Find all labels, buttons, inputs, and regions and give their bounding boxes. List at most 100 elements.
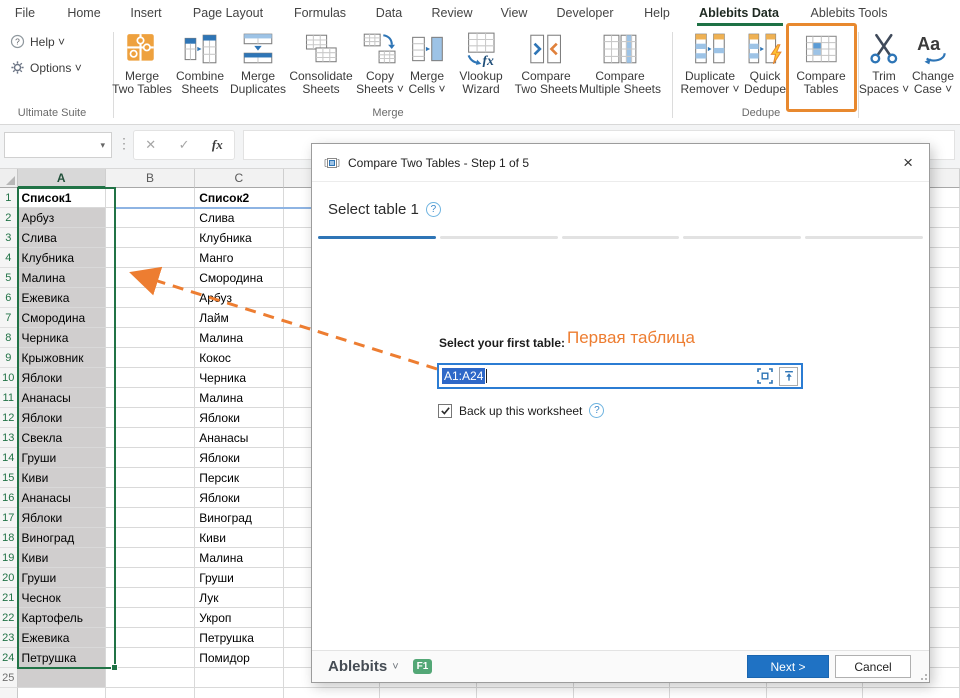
ablebits-menu[interactable]: Ablebits ˅: [328, 658, 399, 675]
row-header[interactable]: 20: [0, 568, 18, 588]
cell[interactable]: [106, 428, 195, 448]
compare-multiple-sheets-button[interactable]: Compare Multiple Sheets: [579, 30, 661, 97]
tab-help[interactable]: Help: [644, 6, 670, 20]
cell[interactable]: Ананасы: [195, 428, 283, 448]
cell[interactable]: [106, 348, 195, 368]
row-header[interactable]: 1: [0, 188, 18, 208]
cell[interactable]: [106, 508, 195, 528]
cell[interactable]: [106, 628, 195, 648]
cell[interactable]: [106, 408, 195, 428]
cell[interactable]: Яблоки: [18, 368, 106, 388]
row-header[interactable]: 8: [0, 328, 18, 348]
cell[interactable]: [106, 368, 195, 388]
collapse-dialog-icon[interactable]: [779, 367, 798, 386]
cell[interactable]: Черника: [195, 368, 283, 388]
cell[interactable]: Манго: [195, 248, 283, 268]
cell[interactable]: [195, 688, 283, 698]
tab-developer[interactable]: Developer: [557, 6, 614, 20]
cell[interactable]: Свекла: [18, 428, 106, 448]
row-header[interactable]: 13: [0, 428, 18, 448]
cell[interactable]: Яблоки: [195, 448, 283, 468]
row-header[interactable]: 7: [0, 308, 18, 328]
row-header[interactable]: 6: [0, 288, 18, 308]
cell[interactable]: [106, 548, 195, 568]
cell[interactable]: Лук: [195, 588, 283, 608]
cell[interactable]: Арбуз: [18, 208, 106, 228]
row-header[interactable]: 24: [0, 648, 18, 668]
select-range-icon[interactable]: [755, 367, 774, 386]
name-box-dropdown-icon[interactable]: ▾: [100, 140, 105, 151]
row-header[interactable]: 21: [0, 588, 18, 608]
insert-function-icon[interactable]: fx: [212, 137, 223, 153]
cell[interactable]: Смородина: [18, 308, 106, 328]
cell[interactable]: [106, 188, 195, 208]
change-case-button[interactable]: Aa Change Case ˅: [912, 30, 954, 97]
row-header[interactable]: 14: [0, 448, 18, 468]
row-header[interactable]: 22: [0, 608, 18, 628]
help-circle-icon[interactable]: ?: [589, 403, 604, 418]
options-button[interactable]: Options ˅: [10, 60, 82, 75]
row-header[interactable]: 18: [0, 528, 18, 548]
cell[interactable]: [477, 688, 574, 698]
row-header[interactable]: 5: [0, 268, 18, 288]
cell[interactable]: Виноград: [18, 528, 106, 548]
compare-tables-button[interactable]: Compare Tables: [796, 30, 845, 97]
row-header[interactable]: [0, 688, 18, 698]
cell[interactable]: Ежевика: [18, 288, 106, 308]
enter-entry-icon[interactable]: ✓: [179, 137, 190, 153]
cell[interactable]: Смородина: [195, 268, 283, 288]
cell[interactable]: Яблоки: [18, 408, 106, 428]
cell[interactable]: [106, 228, 195, 248]
row-header[interactable]: 17: [0, 508, 18, 528]
merge-two-tables-button[interactable]: Merge Two Tables: [112, 30, 172, 97]
cell[interactable]: [106, 288, 195, 308]
row-header[interactable]: 3: [0, 228, 18, 248]
cell[interactable]: [106, 208, 195, 228]
cell[interactable]: Киви: [18, 548, 106, 568]
cell[interactable]: [380, 688, 477, 698]
cell[interactable]: Клубника: [18, 248, 106, 268]
cell[interactable]: [106, 328, 195, 348]
cell[interactable]: Киви: [195, 528, 283, 548]
name-box[interactable]: ▾: [4, 132, 112, 158]
tab-view[interactable]: View: [501, 6, 528, 20]
cell[interactable]: [574, 688, 671, 698]
combine-sheets-button[interactable]: Combine Sheets: [176, 30, 224, 97]
row-header[interactable]: 16: [0, 488, 18, 508]
tab-data[interactable]: Data: [376, 6, 402, 20]
row-header[interactable]: 11: [0, 388, 18, 408]
row-header[interactable]: 10: [0, 368, 18, 388]
merge-duplicates-button[interactable]: Merge Duplicates: [230, 30, 286, 97]
cancel-button[interactable]: Cancel: [835, 655, 911, 678]
row-header[interactable]: 2: [0, 208, 18, 228]
cell[interactable]: Яблоки: [18, 508, 106, 528]
cell[interactable]: Список2: [195, 188, 283, 208]
row-header[interactable]: 19: [0, 548, 18, 568]
cell[interactable]: Яблоки: [195, 408, 283, 428]
cell[interactable]: Слива: [195, 208, 283, 228]
column-header-C[interactable]: C: [195, 169, 283, 188]
cell[interactable]: [18, 668, 106, 688]
row-header[interactable]: 25: [0, 668, 18, 688]
cell[interactable]: [106, 688, 195, 698]
cell[interactable]: Яблоки: [195, 488, 283, 508]
cell[interactable]: [106, 448, 195, 468]
cell[interactable]: Ежевика: [18, 628, 106, 648]
cell[interactable]: [767, 688, 864, 698]
cell[interactable]: Киви: [18, 468, 106, 488]
row-header[interactable]: 15: [0, 468, 18, 488]
vlookup-wizard-button[interactable]: fx Vlookup Wizard: [459, 30, 502, 97]
tab-review[interactable]: Review: [432, 6, 473, 20]
cell[interactable]: Ананасы: [18, 388, 106, 408]
cell[interactable]: [106, 268, 195, 288]
help-button[interactable]: ? Help ˅: [10, 34, 65, 49]
cell[interactable]: Груши: [18, 568, 106, 588]
cell[interactable]: [106, 248, 195, 268]
cell[interactable]: [106, 608, 195, 628]
cell[interactable]: Малина: [195, 548, 283, 568]
cell[interactable]: Черника: [18, 328, 106, 348]
merge-cells-button[interactable]: Merge Cells ˅: [408, 30, 445, 97]
cell[interactable]: [106, 488, 195, 508]
compare-two-sheets-button[interactable]: Compare Two Sheets: [515, 30, 578, 97]
cell[interactable]: Петрушка: [18, 648, 106, 668]
